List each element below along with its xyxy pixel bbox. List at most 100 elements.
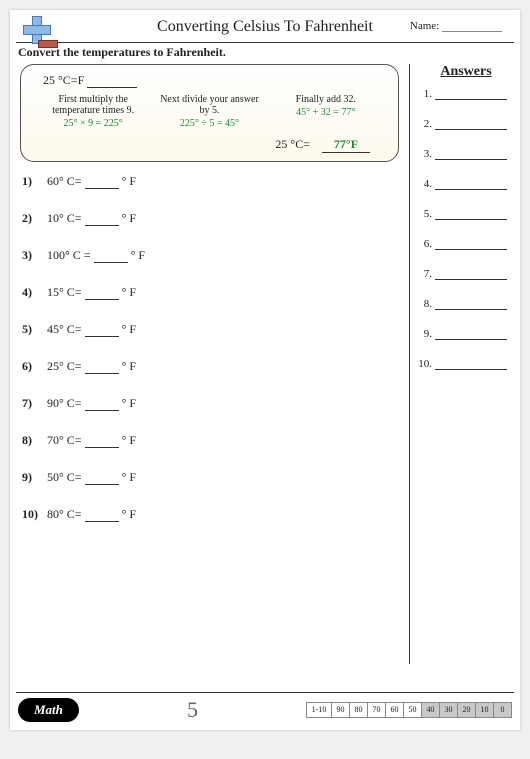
problem-number: 7) [22,396,44,411]
name-blank[interactable] [442,31,502,32]
math-badge: Math [18,698,79,722]
problem-blank[interactable] [94,253,128,263]
answers-title: Answers [418,64,514,80]
answer-blank[interactable] [435,89,507,100]
logo-icon [20,16,54,50]
score-cell: 30 [439,703,457,717]
example-box: 25 °C=F First multiply the temperature t… [20,64,399,162]
problem-right: ° F [122,211,136,225]
answer-blank[interactable] [435,239,507,250]
example-result-value: 77°F [322,137,370,153]
answer-line: 8. [418,298,514,310]
example-step-2: Next divide your answer by 5. 225° ÷ 5 =… [151,94,267,129]
answer-blank[interactable] [435,179,507,190]
answer-line: 4. [418,178,514,190]
step2-calc: 225° ÷ 5 = 45° [155,118,263,129]
problem-left: 80° C= [47,507,82,521]
score-cell: 90 [331,703,349,717]
problem-blank[interactable] [85,290,119,300]
step1-instr: First multiply the temperature times 9. [39,94,147,116]
answer-line: 9. [418,328,514,340]
name-field: Name: [410,20,502,32]
answer-num: 7. [418,268,432,280]
answer-line: 2. [418,118,514,130]
answer-blank[interactable] [435,329,507,340]
problem-blank[interactable] [85,438,119,448]
problem-row: 9) 50° C= ° F [22,470,403,485]
answer-blank[interactable] [435,359,507,370]
problem-number: 8) [22,433,44,448]
problem-row: 4) 15° C= ° F [22,285,403,300]
problem-row: 5) 45° C= ° F [22,322,403,337]
answer-num: 8. [418,298,432,310]
score-cell: 70 [367,703,385,717]
example-result: 25 °C= 77°F [31,129,388,153]
page-number: 5 [79,697,306,723]
problem-right: ° F [131,248,145,262]
problem-left: 60° C= [47,174,82,188]
problem-number: 2) [22,211,44,226]
answer-num: 6. [418,238,432,250]
problem-right: ° F [122,359,136,373]
problem-number: 3) [22,248,44,263]
example-prompt-blank [87,87,137,88]
answer-num: 4. [418,178,432,190]
problem-left: 45° C= [47,322,82,336]
problem-blank[interactable] [85,364,119,374]
answer-num: 1. [418,88,432,100]
score-cell: 20 [457,703,475,717]
problem-mid: = [84,248,91,262]
example-result-left: 25 °C= [275,137,310,151]
example-prompt: 25 °C=F [43,73,84,87]
score-cell: 50 [403,703,421,717]
problem-blank[interactable] [85,327,119,337]
problem-number: 4) [22,285,44,300]
step2-instr: Next divide your answer by 5. [155,94,263,116]
problems-column: 25 °C=F First multiply the temperature t… [16,64,410,664]
answer-blank[interactable] [435,119,507,130]
problem-left: 100° C [47,248,81,262]
answer-line: 7. [418,268,514,280]
problem-right: ° F [122,470,136,484]
problem-row: 7) 90° C= ° F [22,396,403,411]
score-cell: 1-10 [307,703,331,717]
answer-num: 5. [418,208,432,220]
problem-left: 10° C= [47,211,82,225]
answer-num: 9. [418,328,432,340]
problem-left: 90° C= [47,396,82,410]
step3-calc: 45° + 32 = 77° [272,107,380,118]
problem-number: 5) [22,322,44,337]
example-step-3: Finally add 32. 45° + 32 = 77° [268,94,384,129]
problem-blank[interactable] [85,475,119,485]
problem-blank[interactable] [85,216,119,226]
problem-row: 3) 100° C = ° F [22,248,403,263]
problem-row: 8) 70° C= ° F [22,433,403,448]
worksheet-page: Converting Celsius To Fahrenheit Name: C… [10,10,520,730]
problem-left: 50° C= [47,470,82,484]
answer-blank[interactable] [435,149,507,160]
answers-column: Answers 1. 2. 3. 4. 5. 6. 7. 8. 9. 10. [410,64,514,388]
problem-left: 70° C= [47,433,82,447]
answer-line: 10. [418,358,514,370]
problem-blank[interactable] [85,512,119,522]
problem-row: 1) 60° C= ° F [22,174,403,189]
instruction-text: Convert the temperatures to Fahrenheit. [10,43,520,64]
example-step-1: First multiply the temperature times 9. … [35,94,151,129]
answer-num: 3. [418,148,432,160]
answer-num: 10. [418,358,432,370]
problem-number: 1) [22,174,44,189]
answer-blank[interactable] [435,299,507,310]
answer-num: 2. [418,118,432,130]
problem-right: ° F [122,396,136,410]
answer-blank[interactable] [435,269,507,280]
problem-row: 6) 25° C= ° F [22,359,403,374]
name-label: Name: [410,20,439,32]
problem-left: 15° C= [47,285,82,299]
score-cell: 0 [493,703,511,717]
problem-left: 25° C= [47,359,82,373]
footer: Math 5 1-10 90 80 70 60 50 40 30 20 10 0 [10,692,520,720]
problem-blank[interactable] [85,179,119,189]
score-cell: 60 [385,703,403,717]
answer-blank[interactable] [435,209,507,220]
problem-blank[interactable] [85,401,119,411]
